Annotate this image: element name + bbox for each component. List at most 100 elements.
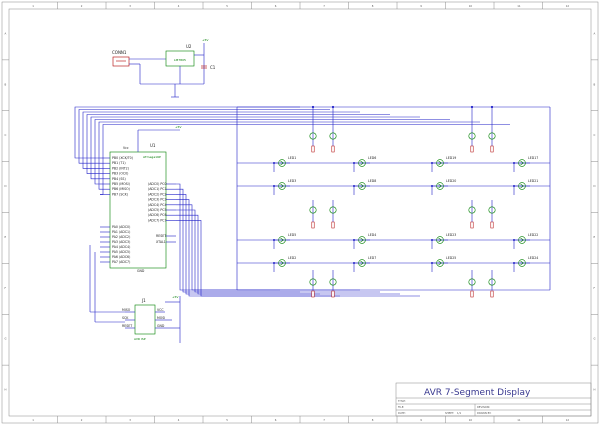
mcu-pin-label: PB0 (XCK/T0) <box>112 156 133 160</box>
resistor <box>311 145 315 153</box>
schematic-sheet: 112233445566778899101011111212A AB BC CD DE E… <box>1 1 599 424</box>
led-label: LED7 <box>368 256 376 260</box>
border-col-label: 11 <box>517 418 521 422</box>
junction <box>273 185 275 187</box>
border-row-label: D <box>5 184 7 188</box>
mcu-pin-label: PB1 (T1) <box>112 161 126 165</box>
junction <box>273 239 275 241</box>
isp-pin-label: GND <box>157 324 165 328</box>
junction <box>353 262 355 264</box>
led-label: LED3 <box>288 179 296 183</box>
mcu-pin-label: PA6 (ADC6) <box>112 255 130 259</box>
mcu-pin-label: (ADC4) PC4 <box>148 203 167 207</box>
mcu-pin-label: PA5 (ADC5) <box>112 250 130 254</box>
revision-label: REVISION: <box>477 405 490 409</box>
border-col-label: 2 <box>81 4 83 8</box>
junction <box>470 105 474 109</box>
pc-bus-wire <box>176 183 280 291</box>
power-section: CONN1 U2 LM7805 +5V C1 <box>112 38 216 98</box>
mcu-pin-label: (ADC2) PC2 <box>148 192 167 196</box>
border-row-label: H <box>5 388 7 392</box>
date-label: DATE: <box>398 411 406 415</box>
junction <box>431 162 433 164</box>
border-row-label: E <box>5 235 7 239</box>
mcu-pin-label: (ADC3) PC3 <box>148 198 167 202</box>
led-label: LED21 <box>528 179 538 183</box>
mcu-pin-label: PA2 (ADC2) <box>112 235 130 239</box>
led-label: LED6 <box>368 156 376 160</box>
resistor <box>331 221 335 229</box>
mcu-gnd: GND <box>137 269 145 273</box>
border-row-label: G <box>594 337 596 341</box>
connector-ref: CONN1 <box>112 50 127 55</box>
mcu-pin-label: PA3 (ADC3) <box>112 240 130 244</box>
junction <box>353 239 355 241</box>
mcu-pin-label: PB7 (SCK) <box>112 192 128 196</box>
resistor <box>490 145 494 153</box>
isp-ref: J1 <box>141 298 146 303</box>
isp-part: AVR ISP <box>134 337 146 341</box>
capacitor-ref: C1 <box>210 65 216 70</box>
resistor <box>311 221 315 229</box>
junction <box>513 262 515 264</box>
pc-bus-wire <box>176 199 340 297</box>
isp-pin-label: MISO <box>122 308 131 312</box>
junction <box>513 185 515 187</box>
regulator-ref: U2 <box>186 44 192 49</box>
mcu-pin-label: (ADC7) PC7 <box>148 218 167 222</box>
border-col-label: 9 <box>420 418 422 422</box>
junction <box>331 105 335 109</box>
isp-pin-label: VCC <box>157 308 164 312</box>
junction <box>311 105 315 109</box>
border-col-label: 6 <box>275 4 277 8</box>
junction <box>353 162 355 164</box>
file-label: FILE: <box>398 405 404 409</box>
isp-pin-label: RESET <box>122 324 132 328</box>
led-label: LED25 <box>446 256 456 260</box>
border-col-label: 6 <box>275 418 277 422</box>
border-col-label: 4 <box>178 418 180 422</box>
led-label: LED24 <box>528 256 538 260</box>
sheet-label: SHEET: <box>445 411 454 415</box>
mcu-pin-label: PA4 (ADC4) <box>112 245 130 249</box>
sheet-value: 1/1 <box>457 411 462 415</box>
led-label: LED5 <box>288 233 296 237</box>
border-row-label: F <box>5 286 7 290</box>
border-row-label: D <box>594 184 596 188</box>
mcu-pin-label: (ADC5) PC5 <box>148 208 167 212</box>
pc-bus-wire <box>176 209 380 293</box>
junction <box>273 162 275 164</box>
border-row-label: F <box>594 286 596 290</box>
mcu-pin-label: PB4 (SS) <box>112 177 126 181</box>
mcu-supply-label: +5V <box>175 125 182 129</box>
led-label: LED17 <box>528 156 538 160</box>
outer-frame <box>1 1 599 424</box>
border-row-label: B <box>594 82 596 86</box>
resistor <box>470 145 474 153</box>
mcu-pin-label: PB5 (MOSI) <box>112 182 130 186</box>
border-col-label: 12 <box>566 418 570 422</box>
drawing-title: AVR 7-Segment Display <box>424 388 531 398</box>
border-row-label: B <box>5 82 7 86</box>
border-row-label: H <box>594 388 596 392</box>
isp-pin-label: SCK <box>122 316 129 320</box>
resistor <box>470 290 474 298</box>
border-col-label: 11 <box>517 4 521 8</box>
supply-label: +5V <box>202 38 209 42</box>
border-col-label: 7 <box>323 418 325 422</box>
resistor <box>331 290 335 298</box>
mcu-pin-label: PA7 (ADC7) <box>112 260 130 264</box>
led-label: LED20 <box>446 179 456 183</box>
inner-frame <box>8 8 592 417</box>
resistor <box>311 290 315 298</box>
border-col-label: 3 <box>129 418 131 422</box>
mcu-pin-label: PB2 (INT2) <box>112 166 129 170</box>
border-col-label: 3 <box>129 4 131 8</box>
drawn-label: DRAWN BY: <box>477 411 492 415</box>
led-matrix: LED1 LED6 LED3 LED8 LED5 LED4 LED2 LED7 LED19 LED… <box>236 105 551 298</box>
junction <box>513 239 515 241</box>
border-col-label: 12 <box>566 4 570 8</box>
mcu-pin-label: PB3 (OC0) <box>112 172 128 176</box>
led-label: LED2 <box>288 256 296 260</box>
bus-wires <box>74 106 510 297</box>
